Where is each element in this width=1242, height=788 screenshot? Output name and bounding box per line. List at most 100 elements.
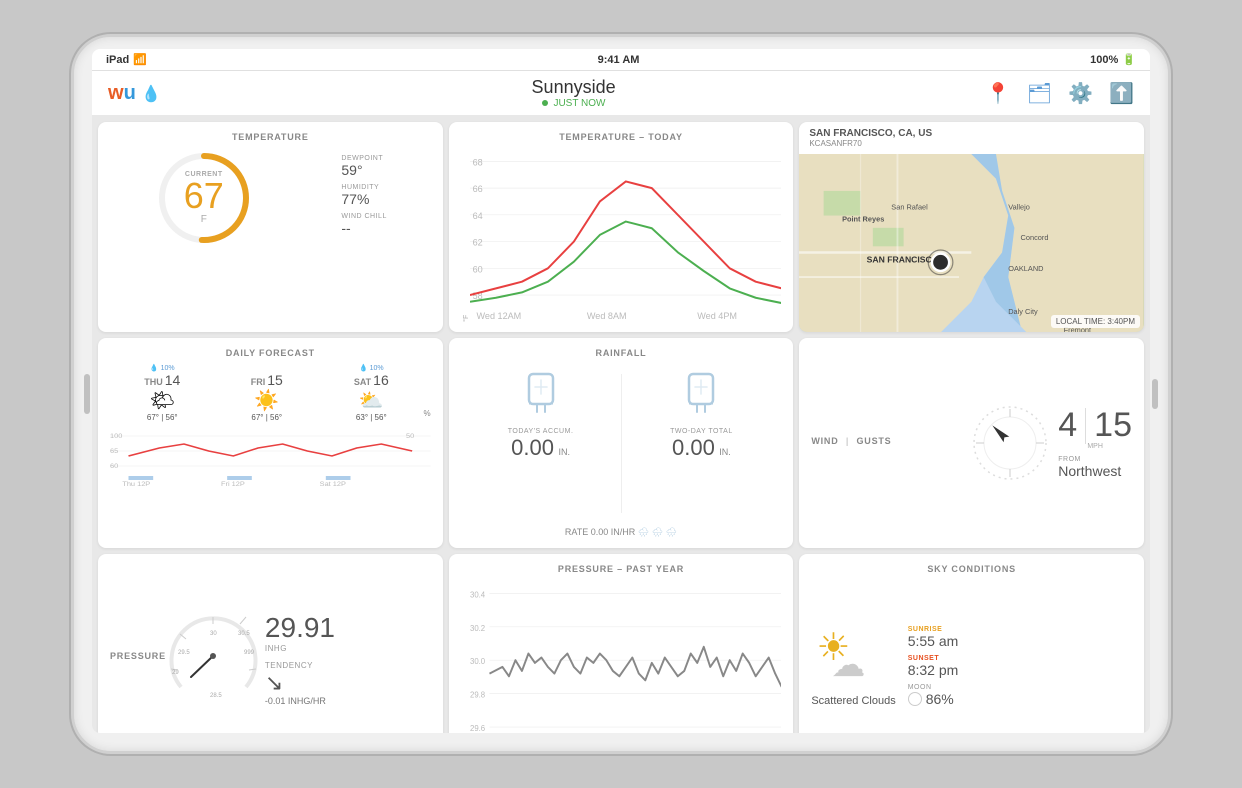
rainfall-today: TODAY'S ACCUM. 0.00 IN.: [461, 364, 621, 523]
rainfall-card: RAINFALL TODAY'S ACCUM.: [449, 338, 794, 548]
tendency-label: TENDENCY: [265, 661, 431, 670]
wind-speed-value: 4: [1058, 406, 1077, 445]
pressure-chart-title: PRESSURE – PAST YEAR: [461, 564, 782, 574]
wind-gusts-value: 15: [1094, 406, 1132, 445]
rainfall-card-title: RAINFALL: [461, 348, 782, 358]
temp-stats: DEWPOINT 59° HUMIDITY 77% WIND CHILL --: [341, 155, 386, 242]
live-dot: [542, 100, 548, 106]
pressure-gauge-svg: 30 29.5 29 30.5 999 28.5: [166, 609, 261, 704]
svg-text:29: 29: [172, 670, 179, 676]
temp-chart-svg: 68 66 64 62 60 58 Wed 12AM: [470, 148, 782, 322]
svg-text:62: 62: [472, 237, 482, 247]
twoday-label: TWO-DAY TOTAL: [622, 428, 782, 435]
svg-text:Fri 12P: Fri 12P: [221, 481, 245, 485]
sky-condition-text: Scattered Clouds: [811, 694, 895, 708]
wind-speeds: 4 15: [1058, 406, 1132, 445]
rainfall-twoday-unit: IN.: [719, 447, 731, 457]
svg-text:30.5: 30.5: [238, 631, 250, 637]
rainfall-rate: RATE 0.00 IN/HR 🌧 🌧 🌧: [461, 527, 782, 538]
status-time: 9:41 AM: [598, 54, 640, 66]
temp-value: 67: [184, 178, 224, 214]
status-bar: iPad 📶 9:41 AM 100% 🔋: [92, 49, 1150, 71]
forecast-chart: 100 65 60 50 Thu 12P Fri 12P Sat 12P: [110, 426, 431, 538]
pressure-content: 30 29.5 29 30.5 999 28.5 29: [166, 609, 431, 709]
pressure-chart-y-label: INHG: [461, 580, 470, 733]
pressure-info: 29.91 INHG TENDENCY ↘ -0.01 INHG/HR: [261, 612, 431, 706]
svg-text:30.0: 30.0: [470, 657, 486, 666]
pressure-chart-svg: 30.4 30.2 30.0 29.8 29.6 Aug 18 Oct 17 D…: [470, 580, 782, 733]
map-area: Point Reyes San Rafael SAN FRANCISCO Val…: [799, 154, 1144, 332]
svg-text:64: 64: [472, 211, 482, 221]
svg-text:Wed 4PM: Wed 4PM: [697, 311, 737, 321]
wifi-icon: 📶: [133, 53, 147, 66]
forecast-day-thu: 💧 10% THU 14 🌤 67° | 56°: [110, 364, 215, 422]
svg-text:28.5: 28.5: [210, 693, 222, 699]
pressure-chart-content: INHG 30.4 30.2 30.0: [461, 580, 782, 733]
location-icon[interactable]: 📍: [986, 81, 1011, 106]
temperature-card-title: TEMPERATURE: [110, 132, 431, 142]
temp-inner: CURRENT 67 F: [184, 171, 224, 225]
sunset-row: SUNSET 8:32 pm: [908, 655, 1132, 678]
wind-content: 4 15 MPH FROM Northwest: [970, 403, 1132, 483]
pressure-value: 29.91: [265, 612, 431, 644]
wind-compass: [970, 403, 1050, 483]
wind-speed-divider: [1085, 408, 1086, 444]
temp-chart-title: TEMPERATURE – TODAY: [461, 132, 782, 142]
moon-row: MOON 86%: [908, 684, 1132, 707]
temp-chart-y-label: °F: [461, 148, 470, 322]
battery-label: 100%: [1090, 54, 1118, 66]
twoday-value-wrap: 0.00 IN.: [622, 435, 782, 461]
svg-text:Vallejo: Vallejo: [1009, 202, 1031, 211]
temperature-content: CURRENT 67 F DEWPOINT 59° HUMIDITY 77%: [110, 148, 431, 248]
rain-gauge-icon-2: [681, 370, 721, 414]
forecast-day-fri: 💧 FRI 15 ☀️ 67° | 56°: [215, 364, 320, 422]
map-title-bar: SAN FRANCISCO, CA, US KCASANFR70: [799, 122, 1144, 154]
rain-gauge-icon: [521, 370, 561, 414]
share-icon[interactable]: ⬆️: [1109, 81, 1134, 106]
svg-text:50: 50: [406, 433, 414, 439]
map-title: SAN FRANCISCO, CA, US: [809, 128, 1134, 139]
settings-icon[interactable]: ⚙️: [1068, 81, 1093, 106]
wind-card: WIND | GUSTS: [799, 338, 1144, 548]
location-time: JUST NOW: [532, 98, 616, 109]
temp-chart-card: TEMPERATURE – TODAY °F: [449, 122, 794, 332]
today-value-wrap: 0.00 IN.: [461, 435, 621, 461]
moon-value-row: 86%: [908, 691, 1132, 707]
wind-direction: Northwest: [1058, 463, 1132, 479]
pressure-chart-card: PRESSURE – PAST YEAR INHG 30.4: [449, 554, 794, 733]
rainfall-today-unit: IN.: [558, 447, 570, 457]
tendency-value: -0.01 INHG/HR: [265, 696, 431, 706]
humidity-stat: HUMIDITY 77%: [341, 184, 386, 207]
svg-text:Wed 8AM: Wed 8AM: [587, 311, 627, 321]
sky-card: SKY CONDITIONS ☀ ☁ Scattered Clouds: [799, 554, 1144, 733]
location-name: Sunnyside: [532, 77, 616, 98]
forecast-day-sat: 💧 10% SAT 16 ⛅ 63° | 56°: [319, 364, 424, 422]
pressure-card: PRESSURE: [98, 554, 443, 733]
sky-card-title: SKY CONDITIONS: [811, 564, 1132, 574]
rainfall-twoday-value: 0.00: [672, 435, 715, 460]
pressure-gauge-wrap: 30 29.5 29 30.5 999 28.5: [166, 609, 261, 709]
status-right: 100% 🔋: [1090, 53, 1136, 66]
svg-text:30.4: 30.4: [470, 590, 486, 599]
moon-label: MOON: [908, 684, 1132, 691]
svg-text:29.8: 29.8: [470, 690, 486, 699]
svg-text:29.5: 29.5: [178, 650, 190, 656]
svg-text:OAKLAND: OAKLAND: [1009, 264, 1044, 273]
moon-icon: [908, 692, 922, 706]
svg-text:Thu 12P: Thu 12P: [122, 481, 150, 485]
header-icons: 📍 🗂 ⚙️ ⬆️: [986, 81, 1134, 106]
svg-text:Sat 12P: Sat 12P: [320, 481, 347, 485]
rainfall-twoday: TWO-DAY TOTAL 0.00 IN.: [622, 364, 782, 523]
status-left: iPad 📶: [106, 53, 147, 66]
ipad-frame: iPad 📶 9:41 AM 100% 🔋 wu 💧 Sunnyside JUS…: [71, 34, 1171, 754]
temperature-card: TEMPERATURE CURRENT 67 F: [98, 122, 443, 332]
today-accum-label: TODAY'S ACCUM.: [461, 428, 621, 435]
logo: wu 💧: [108, 82, 161, 105]
svg-text:Concord: Concord: [1021, 233, 1049, 242]
pressure-chart-area: 30.4 30.2 30.0 29.8 29.6 Aug 18 Oct 17 D…: [470, 580, 782, 733]
svg-text:66: 66: [472, 184, 482, 194]
wind-header: WIND | GUSTS: [811, 436, 970, 450]
map-subtitle: KCASANFR70: [809, 139, 1134, 148]
layers-icon[interactable]: 🗂: [1027, 81, 1052, 106]
percent-label: %: [424, 409, 431, 422]
